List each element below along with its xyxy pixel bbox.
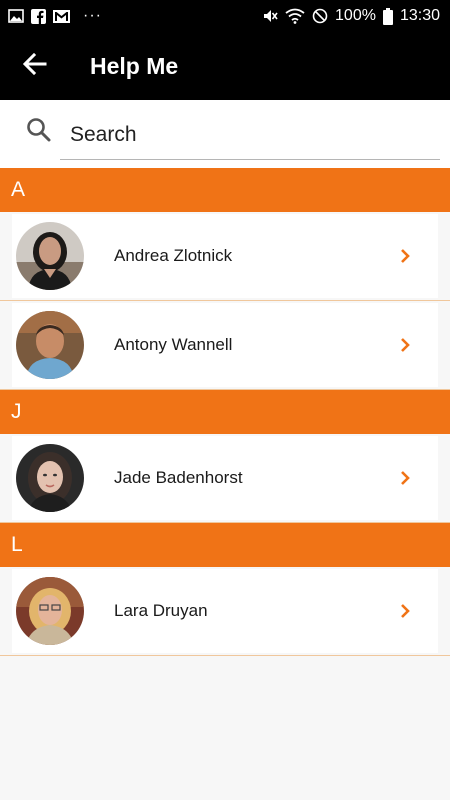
- do-not-disturb-icon: [312, 8, 328, 24]
- search-input[interactable]: [60, 110, 440, 160]
- gmail-icon: [53, 9, 70, 23]
- gallery-icon: [8, 9, 24, 23]
- search-bar: [0, 100, 450, 168]
- contact-row-lara-druyan[interactable]: Lara Druyan: [0, 567, 450, 656]
- section-letter: J: [11, 400, 22, 423]
- chevron-right-icon: [400, 337, 410, 358]
- avatar: [16, 222, 84, 290]
- section-header: J: [0, 390, 450, 434]
- contact-name: Andrea Zlotnick: [114, 246, 233, 265]
- section-letter: A: [11, 178, 26, 201]
- chevron-right-icon: [400, 470, 410, 491]
- app-bar: Help Me: [0, 32, 450, 100]
- section-header: L: [0, 523, 450, 567]
- wifi-icon: [285, 8, 305, 24]
- contact-card: Lara Druyan: [12, 569, 438, 653]
- contact-row-antony-wannell[interactable]: Antony Wannell: [0, 301, 450, 390]
- battery-percent: 100%: [335, 7, 376, 24]
- search-icon: [26, 117, 52, 148]
- status-bar-right: 100% 13:30: [262, 7, 440, 25]
- avatar: [16, 444, 84, 512]
- chevron-right-icon: [400, 603, 410, 624]
- mute-icon: [262, 8, 278, 24]
- contact-card: Andrea Zlotnick: [12, 214, 438, 298]
- page-title: Help Me: [90, 52, 179, 79]
- contact-name: Jade Badenhorst: [114, 468, 243, 487]
- contact-card: Jade Badenhorst: [12, 436, 438, 520]
- section-letter: L: [11, 533, 23, 556]
- facebook-icon: [31, 8, 46, 24]
- contact-card: Antony Wannell: [12, 303, 438, 387]
- contact-row-andrea-zlotnick[interactable]: Andrea Zlotnick: [0, 212, 450, 301]
- section-header: A: [0, 168, 450, 212]
- clock: 13:30: [399, 7, 440, 24]
- status-bar: ··· 100% 13:30: [0, 0, 450, 32]
- contact-name: Antony Wannell: [114, 335, 233, 354]
- contact-row-jade-badenhorst[interactable]: Jade Badenhorst: [0, 434, 450, 523]
- back-button[interactable]: [17, 48, 53, 84]
- battery-icon: [382, 7, 393, 25]
- chevron-right-icon: [400, 248, 410, 269]
- contact-list: A Andrea Zlotnick Antony Wannell J Jade …: [0, 168, 450, 656]
- arrow-left-icon: [22, 52, 47, 80]
- contact-name: Lara Druyan: [114, 601, 208, 620]
- avatar: [16, 577, 84, 645]
- status-bar-left: ···: [8, 7, 102, 25]
- more-notifications-icon: ···: [83, 7, 102, 24]
- avatar: [16, 311, 84, 379]
